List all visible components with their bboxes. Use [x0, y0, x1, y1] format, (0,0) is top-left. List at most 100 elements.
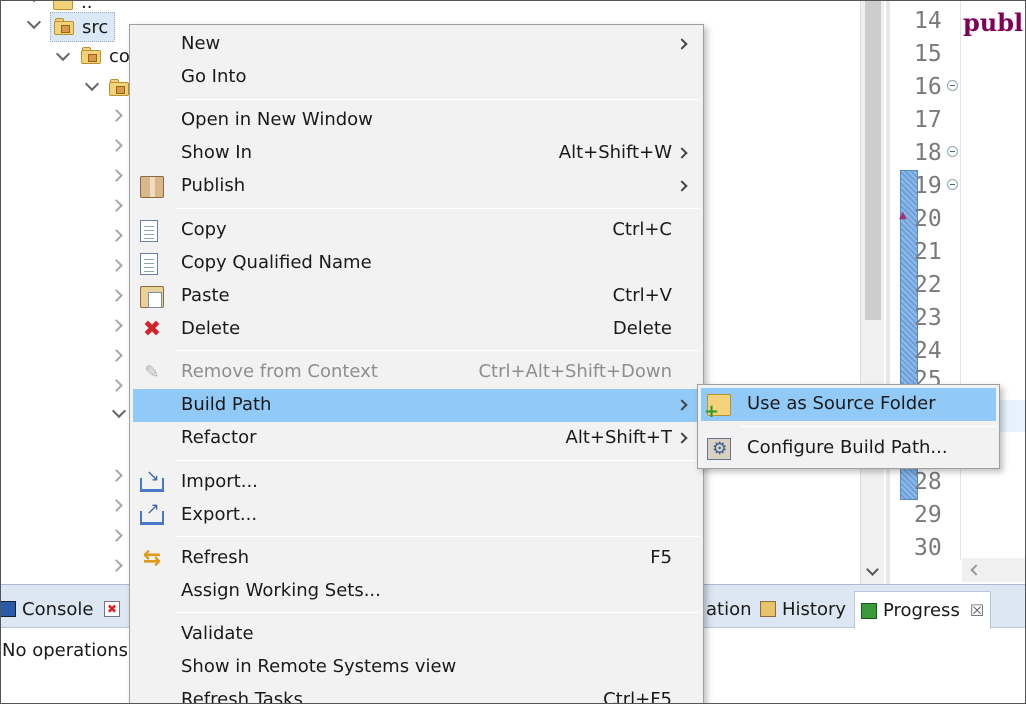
- menu-item-label: Remove from Context: [181, 361, 378, 382]
- menu-item-go-into[interactable]: Go Into: [133, 61, 700, 94]
- close-tab-icon[interactable]: ☒: [970, 601, 984, 620]
- menu-item-validate[interactable]: Validate: [133, 618, 700, 651]
- menu-item-label: Refresh Tasks: [181, 689, 303, 704]
- build-path-submenu: Use as Source Folder Configure Build Pat…: [697, 384, 1000, 469]
- menu-item-label: Show in Remote Systems view: [181, 656, 457, 677]
- editor-horizontal-scrollbar[interactable]: [962, 558, 1026, 582]
- chevron-right-icon[interactable]: [110, 499, 123, 512]
- tab-label: ation: [706, 598, 752, 620]
- menu-item-refresh[interactable]: ⇆ Refresh F5: [133, 542, 700, 575]
- progress-icon: [861, 602, 877, 619]
- menu-item-build-path[interactable]: Build Path: [133, 389, 700, 422]
- chevron-right-icon[interactable]: [110, 529, 123, 542]
- line-number: 17: [914, 107, 942, 133]
- chevron-right-icon[interactable]: [110, 229, 123, 242]
- menu-item-label: Export...: [181, 504, 258, 525]
- menu-separator: [176, 208, 700, 209]
- breakpoint-marker-icon[interactable]: ▲: [899, 210, 907, 221]
- menu-item-copy[interactable]: Copy Ctrl+C: [133, 214, 700, 247]
- menu-item-use-as-source-folder[interactable]: Use as Source Folder: [701, 388, 996, 422]
- line-number: 15: [914, 41, 942, 67]
- tree-row-label: src: [82, 16, 109, 38]
- chevron-right-icon[interactable]: [110, 469, 123, 482]
- chevron-down-icon[interactable]: [26, 0, 42, 3]
- menu-item-label: Copy: [181, 219, 227, 240]
- chevron-down-icon[interactable]: [26, 14, 42, 30]
- menu-item-new[interactable]: New: [133, 28, 700, 61]
- menu-item-show-in[interactable]: Show In Alt+Shift+W: [133, 137, 700, 170]
- package-folder-icon: [109, 79, 131, 97]
- submenu-arrow-icon: [676, 432, 688, 444]
- copy-icon: [140, 220, 158, 242]
- chevron-right-icon[interactable]: [110, 319, 123, 332]
- tab-problems[interactable]: ✖: [104, 593, 126, 625]
- menu-item-label: Copy Qualified Name: [181, 252, 372, 273]
- line-number: 14: [914, 8, 942, 34]
- menu-item-paste[interactable]: Paste Ctrl+V: [133, 280, 700, 313]
- menu-separator: [176, 99, 700, 100]
- menu-item-label: Import...: [181, 471, 258, 492]
- menu-item-show-in-remote-systems[interactable]: Show in Remote Systems view: [133, 651, 700, 684]
- chevron-down-icon[interactable]: [55, 46, 71, 62]
- menu-item-configure-build-path[interactable]: Configure Build Path...: [701, 432, 996, 465]
- menu-item-open-in-new-window[interactable]: Open in New Window: [133, 104, 700, 137]
- tab-history[interactable]: History: [760, 593, 846, 625]
- line-number: 23: [914, 305, 942, 331]
- chevron-right-icon[interactable]: [110, 109, 123, 122]
- import-icon: [140, 466, 164, 492]
- fold-collapse-icon[interactable]: [947, 179, 958, 190]
- menu-separator: [176, 460, 700, 461]
- menu-item-remove-from-context: ✎ Remove from Context Ctrl+Alt+Shift+Dow…: [133, 356, 700, 389]
- chevron-right-icon[interactable]: [110, 169, 123, 182]
- submenu-arrow-icon: [676, 38, 688, 50]
- menu-item-shortcut: Ctrl+Alt+Shift+Down: [478, 361, 672, 382]
- chevron-right-icon[interactable]: [110, 289, 123, 302]
- menu-item-import[interactable]: Import...: [133, 466, 700, 499]
- scroll-down-arrow-icon[interactable]: [866, 563, 879, 576]
- tree-row-subpackage[interactable]: [109, 74, 131, 102]
- tab-progress[interactable]: Progress ☒: [854, 591, 992, 629]
- line-number: 30: [914, 535, 942, 561]
- menu-item-export[interactable]: Export...: [133, 499, 700, 532]
- tree-row-label: co: [109, 45, 130, 67]
- menu-item-publish[interactable]: Publish: [133, 170, 700, 203]
- menu-item-copy-qualified-name[interactable]: Copy Qualified Name: [133, 247, 700, 280]
- menu-item-label: Assign Working Sets...: [181, 580, 381, 601]
- menu-item-assign-working-sets[interactable]: Assign Working Sets...: [133, 575, 700, 608]
- menu-separator: [176, 612, 700, 613]
- menu-item-label: Go Into: [181, 66, 247, 87]
- scroll-left-arrow-icon[interactable]: [970, 564, 982, 576]
- context-menu: New Go Into Open in New Window Show In A…: [129, 24, 704, 704]
- chevron-down-icon[interactable]: [84, 76, 100, 92]
- tab-console[interactable]: Console: [0, 593, 93, 625]
- gutter-divider: [960, 0, 961, 560]
- chevron-right-icon[interactable]: [110, 259, 123, 272]
- explorer-vertical-scrollbar[interactable]: [860, 0, 884, 584]
- submenu-arrow-icon: [676, 180, 688, 192]
- chevron-right-icon[interactable]: [110, 559, 123, 572]
- chevron-right-icon[interactable]: [110, 379, 123, 392]
- fold-collapse-icon[interactable]: [947, 80, 958, 91]
- tab-navigation[interactable]: ation: [706, 593, 752, 625]
- menu-item-delete[interactable]: ✖ Delete Delete: [133, 313, 700, 346]
- configure-build-path-icon: [707, 438, 731, 460]
- chevron-right-icon[interactable]: [110, 349, 123, 362]
- fold-collapse-icon[interactable]: [947, 146, 958, 157]
- chevron-right-icon[interactable]: [110, 139, 123, 152]
- tab-label: History: [782, 598, 847, 620]
- line-number: 24: [914, 338, 942, 364]
- menu-item-refactor[interactable]: Refactor Alt+Shift+T: [133, 422, 700, 455]
- remove-context-icon: ✎: [144, 362, 160, 383]
- project-folder-icon: [53, 0, 75, 11]
- history-icon: [760, 601, 776, 617]
- tree-row-package[interactable]: co: [81, 42, 130, 70]
- menu-item-refresh-tasks[interactable]: Refresh Tasks Ctrl+F5: [133, 684, 700, 704]
- use-as-source-folder-icon: [704, 394, 731, 422]
- tree-row-src[interactable]: src: [50, 12, 116, 42]
- submenu-arrow-icon: [676, 399, 688, 411]
- chevron-down-icon[interactable]: [111, 403, 127, 419]
- scrollbar-thumb[interactable]: [865, 0, 881, 320]
- chevron-right-icon[interactable]: [110, 199, 123, 212]
- export-icon: [140, 499, 164, 525]
- code-keyword: publ: [963, 8, 1024, 37]
